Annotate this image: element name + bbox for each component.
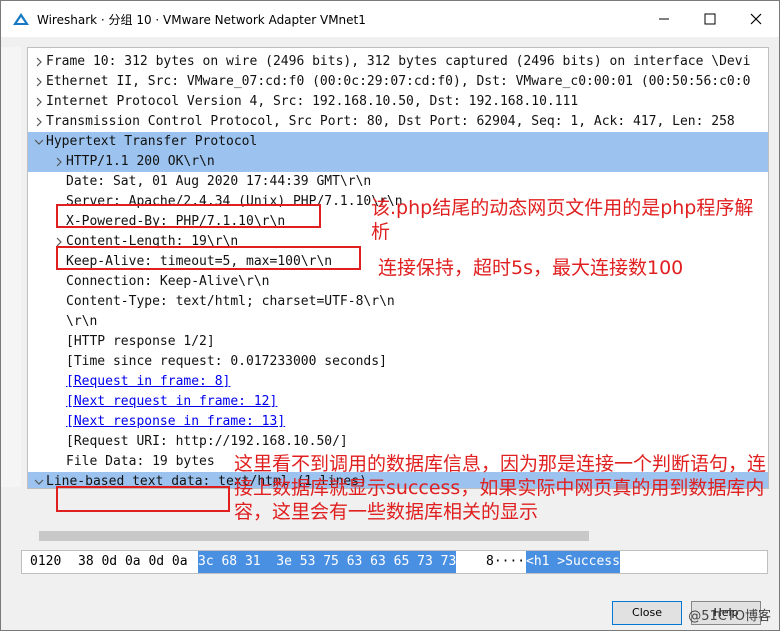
tree-row-label: [Request URI: http://192.168.10.50/]: [66, 434, 348, 449]
annotation-data: 这里看不到调用的数据库信息，因为那是连接一个判断语句，连接上数据库就显示succ…: [234, 453, 767, 523]
annotation-box-success: [56, 486, 230, 512]
annotation-box-keep-alive: [56, 246, 361, 270]
close-window-button[interactable]: [733, 1, 779, 37]
tree-row[interactable]: [Request in frame: 8]: [28, 372, 768, 392]
tree-row[interactable]: Content-Type: text/html; charset=UTF-8\r…: [28, 292, 768, 312]
chevron-right-icon[interactable]: [34, 52, 44, 72]
tree-row[interactable]: Internet Protocol Version 4, Src: 192.16…: [28, 92, 768, 112]
tree-row-label: HTTP/1.1 200 OK\r\n: [66, 154, 215, 169]
tree-row[interactable]: HTTP/1.1 200 OK\r\n: [28, 152, 768, 172]
maximize-icon: [704, 13, 716, 25]
chevron-right-icon[interactable]: [34, 92, 44, 112]
bytes-offset: 0120: [30, 554, 62, 569]
scrollbar-thumb[interactable]: [39, 531, 589, 541]
minimize-icon: [659, 18, 669, 20]
bytes-hex-highlighted: 3c 68 31 3e 53 75 63 63 65 73 73: [198, 551, 457, 573]
packet-bytes-pane[interactable]: 0120 38 0d 0a 0d 0a 3c 68 31 3e 53 75 63…: [21, 550, 768, 574]
tree-row-link[interactable]: [Request in frame: 8]: [66, 372, 230, 392]
tree-row-label: Ethernet II, Src: VMware_07:cd:f0 (00:0c…: [46, 74, 751, 89]
tree-row[interactable]: [Request URI: http://192.168.10.50/]: [28, 432, 768, 452]
tree-row[interactable]: Date: Sat, 01 Aug 2020 17:44:39 GMT\r\n: [28, 172, 768, 192]
tree-row-link[interactable]: [Next request in frame: 12]: [66, 392, 277, 412]
chevron-right-icon[interactable]: [54, 152, 64, 172]
annotation-box-x-powered-by: [56, 204, 321, 228]
tree-row[interactable]: Transmission Control Protocol, Src Port:…: [28, 112, 768, 132]
tree-row-label: Connection: Keep-Alive\r\n: [66, 274, 270, 289]
maximize-button[interactable]: [687, 1, 733, 37]
tree-row-label: \r\n: [66, 314, 98, 329]
tree-row-label: Transmission Control Protocol, Src Port:…: [46, 114, 735, 129]
title-bar: Wireshark · 分组 10 · VMware Network Adapt…: [1, 1, 779, 37]
tree-row-link[interactable]: [Next response in frame: 13]: [66, 412, 285, 432]
bytes-hex-plain: 38 0d 0a 0d 0a: [78, 554, 188, 569]
tree-row-label: Frame 10: 312 bytes on wire (2496 bits),…: [46, 54, 751, 69]
bytes-ascii-plain: 8····: [486, 554, 526, 569]
window-title: Wireshark · 分组 10 · VMware Network Adapt…: [37, 13, 366, 27]
watermark: @51CTO博客: [688, 609, 771, 624]
tree-row-label: Content-Type: text/html; charset=UTF-8\r…: [66, 294, 395, 309]
tree-row[interactable]: \r\n: [28, 312, 768, 332]
tree-row[interactable]: [Time since request: 0.017233000 seconds…: [28, 352, 768, 372]
close-button[interactable]: Close: [612, 601, 682, 625]
chevron-down-icon[interactable]: [34, 132, 44, 152]
chevron-right-icon[interactable]: [34, 72, 44, 92]
tree-row[interactable]: Frame 10: 312 bytes on wire (2496 bits),…: [28, 52, 768, 72]
horizontal-scrollbar[interactable]: [27, 528, 767, 544]
tree-row[interactable]: [Next response in frame: 13]: [28, 412, 768, 432]
tree-row-label: Internet Protocol Version 4, Src: 192.16…: [46, 94, 579, 109]
wireshark-packet-window: Wireshark · 分组 10 · VMware Network Adapt…: [0, 0, 780, 631]
left-gutter: [1, 47, 21, 487]
bytes-ascii-highlighted: <h1 >Success: [526, 551, 620, 573]
tree-row[interactable]: [HTTP response 1/2]: [28, 332, 768, 352]
chevron-right-icon[interactable]: [34, 112, 44, 132]
tree-row-label: Date: Sat, 01 Aug 2020 17:44:39 GMT\r\n: [66, 174, 372, 189]
tree-row-label: File Data: 19 bytes: [66, 454, 215, 469]
tree-row-label: [HTTP response 1/2]: [66, 334, 215, 349]
tree-row-label: Hypertext Transfer Protocol: [46, 134, 258, 149]
tree-row-label: [Time since request: 0.017233000 seconds…: [66, 354, 387, 369]
tree-row[interactable]: Ethernet II, Src: VMware_07:cd:f0 (00:0c…: [28, 72, 768, 92]
wireshark-fin-icon: [13, 13, 29, 25]
tree-row[interactable]: Hypertext Transfer Protocol: [28, 132, 768, 152]
annotation-php: 该.php结尾的动态网页文件用的是php程序解析: [371, 197, 754, 243]
minimize-button[interactable]: [641, 1, 687, 37]
annotation-keepalive: 连接保持，超时5s，最大连接数100: [378, 257, 684, 279]
chevron-down-icon[interactable]: [34, 472, 44, 488]
tree-row[interactable]: [Next request in frame: 12]: [28, 392, 768, 412]
close-icon: [750, 13, 762, 25]
